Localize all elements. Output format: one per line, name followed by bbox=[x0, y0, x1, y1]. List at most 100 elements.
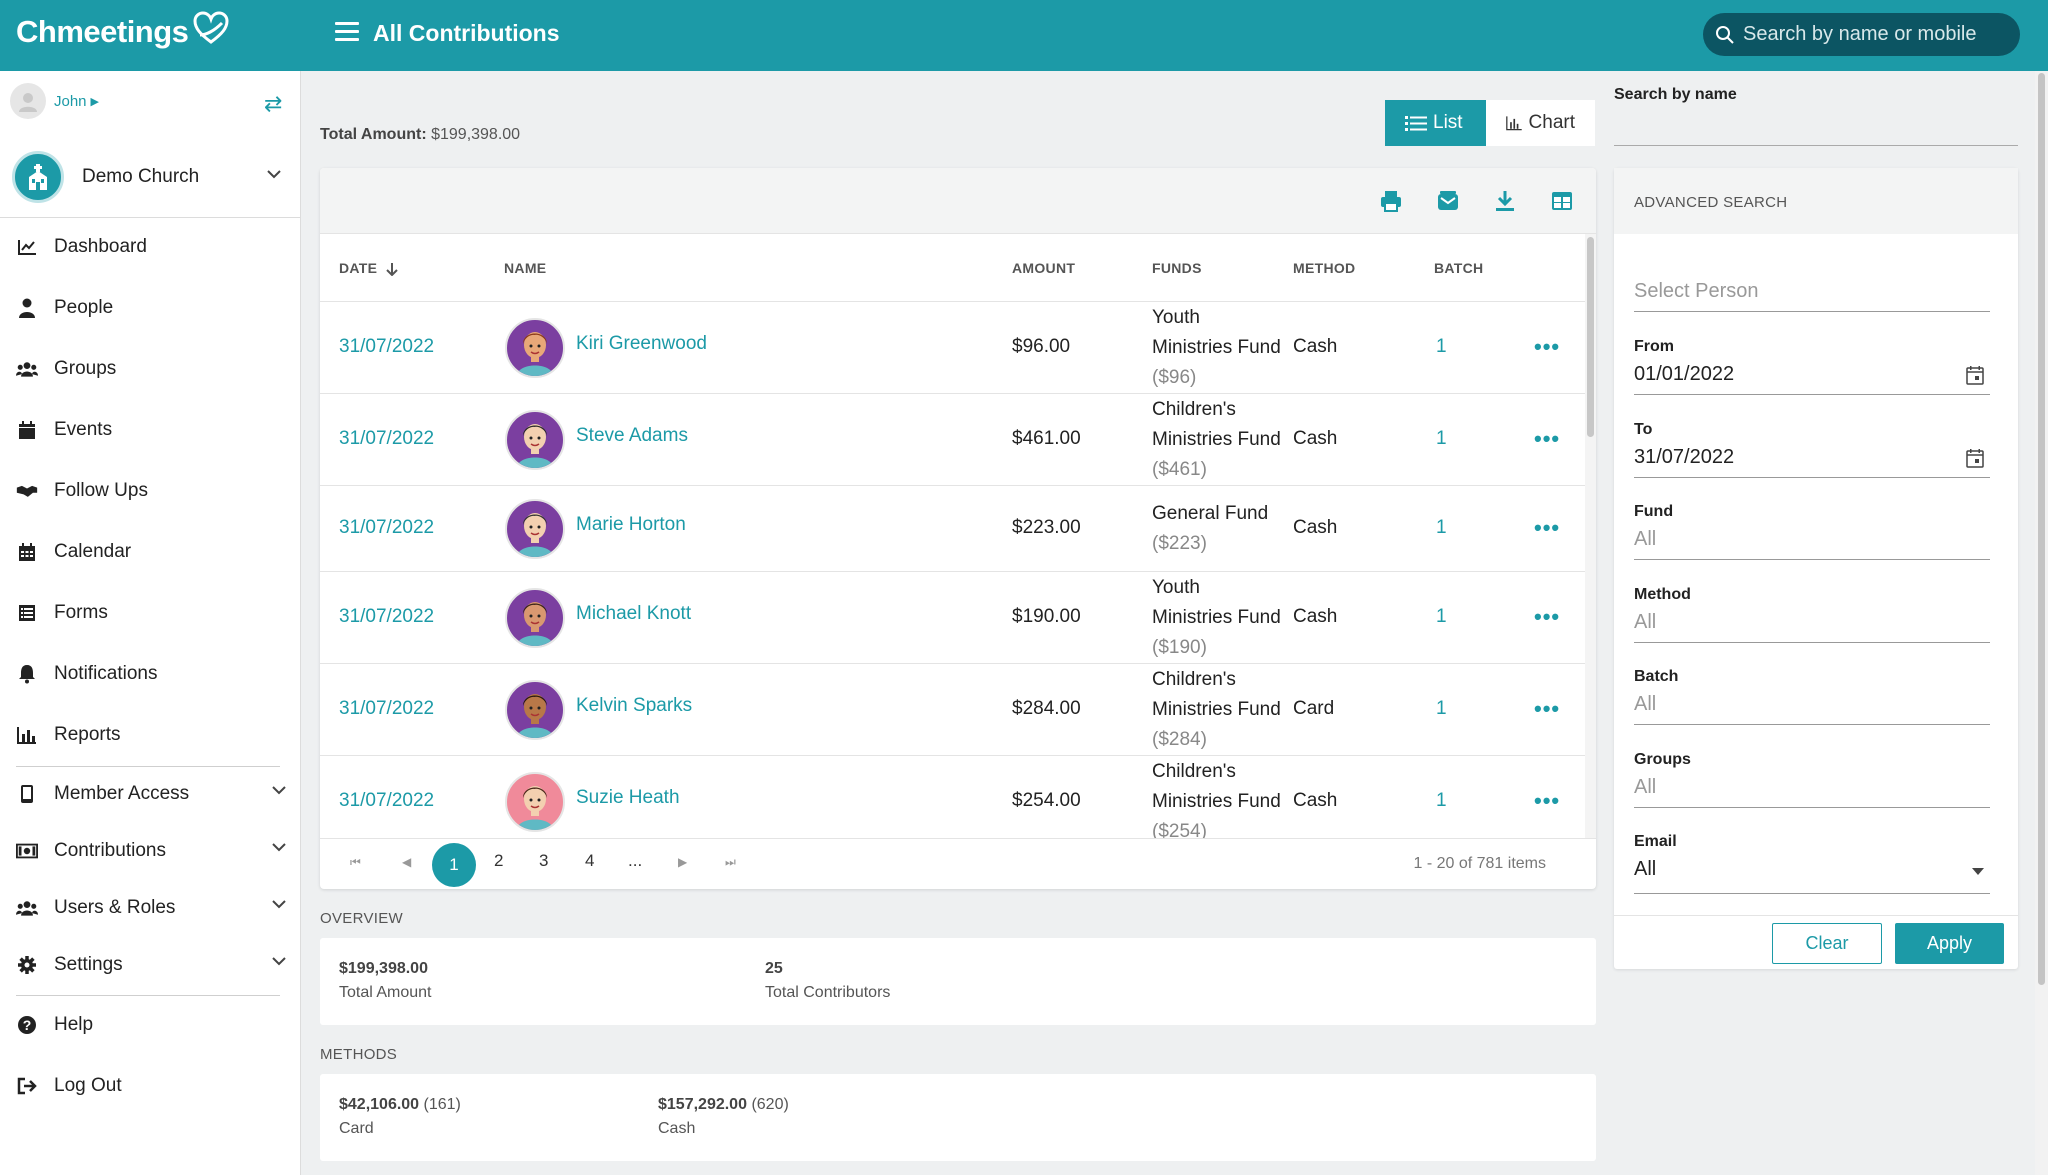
last-page-icon[interactable]: ⏭ bbox=[725, 855, 736, 870]
method-select[interactable]: All bbox=[1634, 607, 1990, 643]
person-name-link[interactable]: Marie Horton bbox=[576, 514, 686, 536]
table-scrollbar[interactable] bbox=[1585, 234, 1596, 838]
more-options-icon[interactable]: ••• bbox=[1534, 788, 1560, 814]
fund-name-line: Children's bbox=[1152, 669, 1236, 690]
date-link[interactable]: 31/07/2022 bbox=[339, 790, 434, 812]
sidebar-item-reports[interactable]: Reports bbox=[16, 715, 286, 755]
list-view-button[interactable]: List bbox=[1385, 100, 1486, 146]
batch-link[interactable]: 1 bbox=[1436, 790, 1447, 812]
more-options-icon[interactable]: ••• bbox=[1534, 515, 1560, 541]
avatar[interactable] bbox=[505, 318, 565, 378]
user-menu[interactable]: John ▶ bbox=[10, 83, 99, 119]
date-link[interactable]: 31/07/2022 bbox=[339, 606, 434, 628]
church-selector[interactable]: Demo Church bbox=[12, 149, 292, 205]
person-name-link[interactable]: Michael Knott bbox=[576, 603, 691, 625]
global-search-input[interactable] bbox=[1743, 23, 2003, 46]
date-link[interactable]: 31/07/2022 bbox=[339, 428, 434, 450]
batch-link[interactable]: 1 bbox=[1436, 428, 1447, 450]
more-options-icon[interactable]: ••• bbox=[1534, 604, 1560, 630]
church-name: Demo Church bbox=[82, 166, 200, 187]
column-header-funds[interactable]: FUNDS bbox=[1152, 260, 1202, 276]
column-header-name[interactable]: NAME bbox=[504, 260, 546, 276]
calendar-icon[interactable] bbox=[1966, 448, 1984, 468]
table-row[interactable]: 31/07/2022 Suzie Heath $254.00 Children'… bbox=[320, 756, 1585, 838]
print-icon[interactable] bbox=[1379, 189, 1403, 213]
column-header-date[interactable]: DATE bbox=[339, 260, 399, 277]
page-button[interactable]: ... bbox=[628, 851, 642, 871]
batch-link[interactable]: 1 bbox=[1436, 698, 1447, 720]
column-header-batch[interactable]: BATCH bbox=[1434, 260, 1483, 276]
sidebar-item-forms[interactable]: Forms bbox=[16, 593, 286, 633]
avatar[interactable] bbox=[505, 588, 565, 648]
person-name-link[interactable]: Suzie Heath bbox=[576, 787, 680, 809]
clear-button[interactable]: Clear bbox=[1772, 923, 1882, 964]
table-row[interactable]: 31/07/2022 Marie Horton $223.00 General … bbox=[320, 486, 1585, 572]
avatar[interactable] bbox=[505, 499, 565, 559]
avatar[interactable] bbox=[505, 680, 565, 740]
more-options-icon[interactable]: ••• bbox=[1534, 696, 1560, 722]
table-row[interactable]: 31/07/2022 Steve Adams $461.00 Children'… bbox=[320, 394, 1585, 486]
calendar-grid-icon bbox=[16, 541, 38, 563]
sidebar-item-notifications[interactable]: Notifications bbox=[16, 654, 286, 694]
column-header-amount[interactable]: AMOUNT bbox=[1012, 260, 1075, 276]
sidebar-item-contributions[interactable]: Contributions bbox=[16, 831, 286, 871]
prev-page-icon[interactable]: ◀ bbox=[402, 855, 411, 869]
sidebar-item-groups[interactable]: Groups bbox=[16, 349, 286, 389]
sidebar-item-calendar[interactable]: Calendar bbox=[16, 532, 286, 572]
table-row[interactable]: 31/07/2022 Kiri Greenwood $96.00 Youth Mi… bbox=[320, 302, 1585, 394]
sidebar-item-label: Help bbox=[54, 1014, 94, 1035]
date-link[interactable]: 31/07/2022 bbox=[339, 336, 434, 358]
from-date-field[interactable]: 01/01/2022 bbox=[1634, 359, 1990, 395]
date-link[interactable]: 31/07/2022 bbox=[339, 698, 434, 720]
page-button-active[interactable]: 1 bbox=[432, 843, 476, 887]
more-options-icon[interactable]: ••• bbox=[1534, 426, 1560, 452]
columns-grid-icon[interactable] bbox=[1550, 189, 1574, 213]
date-link[interactable]: 31/07/2022 bbox=[339, 517, 434, 539]
sidebar-item-users-roles[interactable]: Users & Roles bbox=[16, 888, 286, 928]
avatar[interactable] bbox=[505, 410, 565, 470]
page-scrollbar[interactable] bbox=[2035, 71, 2048, 1175]
groups-select[interactable]: All bbox=[1634, 772, 1990, 808]
page-button[interactable]: 2 bbox=[494, 851, 503, 871]
sidebar-item-help[interactable]: ? Help bbox=[16, 1005, 286, 1045]
person-name-link[interactable]: Kelvin Sparks bbox=[576, 695, 692, 717]
advanced-search-panel: ADVANCED SEARCH Select Person From 01/01… bbox=[1614, 168, 2018, 969]
page-button[interactable]: 4 bbox=[585, 851, 594, 871]
person-name-link[interactable]: Kiri Greenwood bbox=[576, 333, 707, 355]
page-button[interactable]: 3 bbox=[539, 851, 548, 871]
first-page-icon[interactable]: ⏮ bbox=[350, 855, 361, 870]
batch-link[interactable]: 1 bbox=[1436, 517, 1447, 539]
table-row[interactable]: 31/07/2022 Michael Knott $190.00 Youth Mi… bbox=[320, 572, 1585, 664]
apply-button[interactable]: Apply bbox=[1895, 923, 2004, 964]
global-search[interactable] bbox=[1703, 13, 2020, 56]
app-logo[interactable]: Chmeetings bbox=[16, 11, 230, 50]
sidebar-item-events[interactable]: Events bbox=[16, 410, 286, 450]
batch-link[interactable]: 1 bbox=[1436, 606, 1447, 628]
sidebar-item-logout[interactable]: Log Out bbox=[16, 1066, 286, 1106]
email-select[interactable]: All bbox=[1634, 854, 1990, 894]
sidebar-item-settings[interactable]: Settings bbox=[16, 945, 286, 985]
select-person-field[interactable]: Select Person bbox=[1634, 276, 1990, 312]
more-options-icon[interactable]: ••• bbox=[1534, 334, 1560, 360]
batch-select[interactable]: All bbox=[1634, 689, 1990, 725]
download-icon[interactable] bbox=[1493, 189, 1517, 213]
avatar[interactable] bbox=[505, 772, 565, 832]
sidebar-item-member-access[interactable]: Member Access bbox=[16, 774, 286, 814]
fund-select[interactable]: All bbox=[1634, 524, 1990, 560]
chart-view-button[interactable]: Chart bbox=[1486, 100, 1595, 146]
sidebar-item-follow-ups[interactable]: Follow Ups bbox=[16, 471, 286, 511]
menu-toggle-icon[interactable] bbox=[335, 22, 359, 44]
search-by-name-input[interactable] bbox=[1614, 112, 2018, 146]
table-row[interactable]: 31/07/2022 Kelvin Sparks $284.00 Childre… bbox=[320, 664, 1585, 756]
calendar-icon[interactable] bbox=[1966, 365, 1984, 385]
to-date-field[interactable]: 31/07/2022 bbox=[1634, 442, 1990, 478]
email-icon[interactable] bbox=[1436, 189, 1460, 213]
pagination-info: 1 - 20 of 781 items bbox=[1413, 855, 1546, 872]
sidebar-item-people[interactable]: People bbox=[16, 288, 286, 328]
column-header-method[interactable]: METHOD bbox=[1293, 260, 1355, 276]
person-name-link[interactable]: Steve Adams bbox=[576, 425, 688, 447]
next-page-icon[interactable]: ▶ bbox=[678, 855, 687, 869]
switch-account-icon[interactable]: ⇄ bbox=[264, 91, 282, 117]
batch-link[interactable]: 1 bbox=[1436, 336, 1447, 358]
sidebar-item-dashboard[interactable]: Dashboard bbox=[16, 227, 286, 267]
